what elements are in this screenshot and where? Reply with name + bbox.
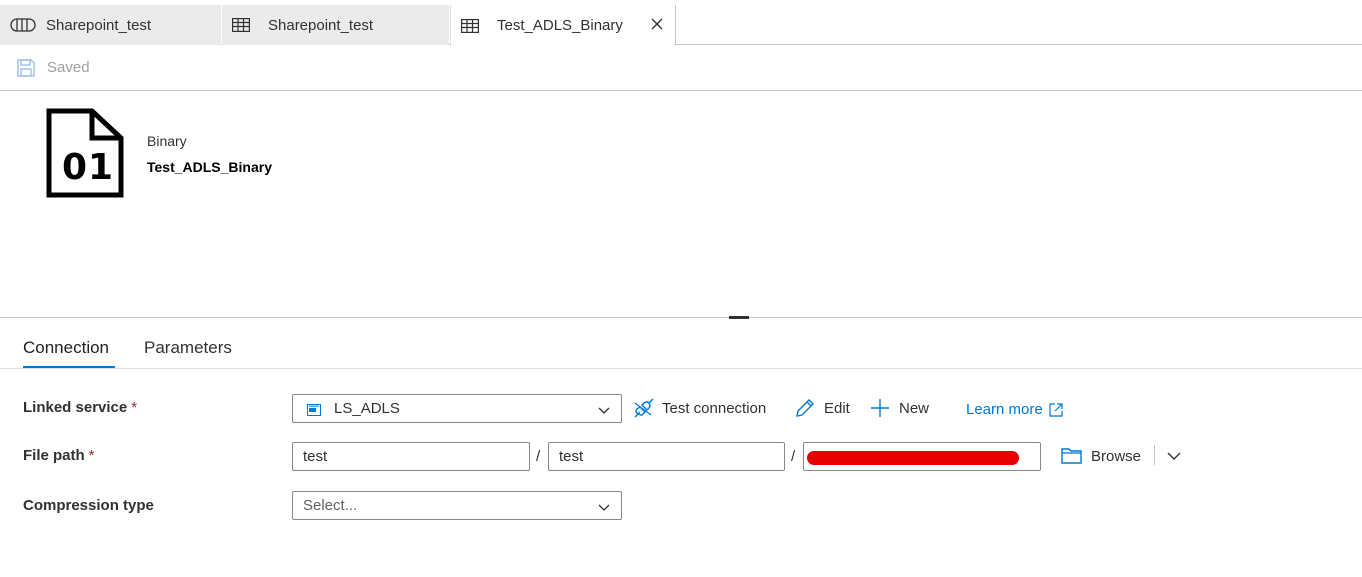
tab-bar: Sharepoint_test Sharepoint_test Test_ADL… [0, 0, 1362, 46]
chevron-down-icon [597, 500, 611, 512]
external-link-icon [1049, 402, 1063, 417]
tab-parameters[interactable]: Parameters [144, 338, 232, 358]
path-separator: / [791, 448, 796, 465]
dataset-name: Test_ADLS_Binary [147, 159, 273, 175]
pencil-icon [796, 399, 814, 417]
compression-type-select[interactable]: Select... [292, 491, 622, 520]
file-path-label: File path * [23, 447, 95, 464]
linked-service-value: LS_ADLS [334, 400, 400, 417]
save-icon[interactable] [16, 58, 36, 78]
divider [1154, 445, 1155, 465]
browse-label: Browse [1091, 447, 1142, 465]
toolbar: Saved [0, 45, 1362, 91]
tab-connection[interactable]: Connection [23, 338, 109, 358]
required-mark: * [131, 399, 138, 416]
tab-sharepoint-test-dataset[interactable]: Sharepoint_test [222, 5, 449, 45]
test-connection-button[interactable]: Test connection [632, 398, 766, 418]
pipeline-icon [10, 17, 36, 33]
learn-more-label: Learn more [966, 401, 1043, 418]
edit-button[interactable]: Edit [794, 398, 850, 418]
tab-sharepoint-test-pipeline[interactable]: Sharepoint_test [0, 5, 221, 45]
table-icon [232, 17, 258, 33]
compression-type-label: Compression type [23, 497, 154, 514]
file-path-container-input[interactable]: test [292, 442, 530, 471]
splitter-handle[interactable] [729, 316, 749, 319]
learn-more-link[interactable]: Learn more [966, 401, 1063, 418]
chevron-down-icon[interactable] [1166, 449, 1182, 463]
plus-icon [871, 399, 889, 417]
required-mark: * [88, 447, 95, 464]
redaction-mark [807, 451, 1019, 465]
tab-test-adls-binary[interactable]: Test_ADLS_Binary [450, 5, 676, 46]
path-separator: / [536, 448, 541, 465]
edit-label: Edit [824, 399, 850, 417]
linked-service-select[interactable]: LS_ADLS [292, 394, 622, 423]
folder-icon [1061, 448, 1082, 464]
compression-placeholder: Select... [303, 497, 358, 514]
active-tab-indicator [23, 366, 115, 368]
new-button[interactable]: New [871, 398, 929, 418]
dataset-type: Binary [147, 133, 187, 149]
table-icon [461, 18, 487, 34]
new-label: New [899, 399, 930, 417]
chevron-down-icon [597, 403, 611, 415]
browse-button[interactable]: Browse [1061, 447, 1141, 465]
tab-label: Sharepoint_test [268, 16, 374, 34]
tab-label: Sharepoint_test [46, 16, 152, 34]
saved-status: Saved [47, 59, 90, 76]
plug-icon [634, 398, 654, 418]
test-connection-label: Test connection [662, 399, 767, 417]
storage-icon [307, 403, 321, 416]
linked-service-label: Linked service * [23, 399, 138, 416]
close-icon[interactable] [649, 16, 665, 32]
properties-tabs: Connection Parameters [0, 330, 1362, 369]
tab-label: Test_ADLS_Binary [497, 17, 623, 34]
file-path-directory-input[interactable]: test [548, 442, 785, 471]
binary-file-icon-label: 01 [62, 147, 115, 188]
panel-splitter [0, 317, 1362, 318]
